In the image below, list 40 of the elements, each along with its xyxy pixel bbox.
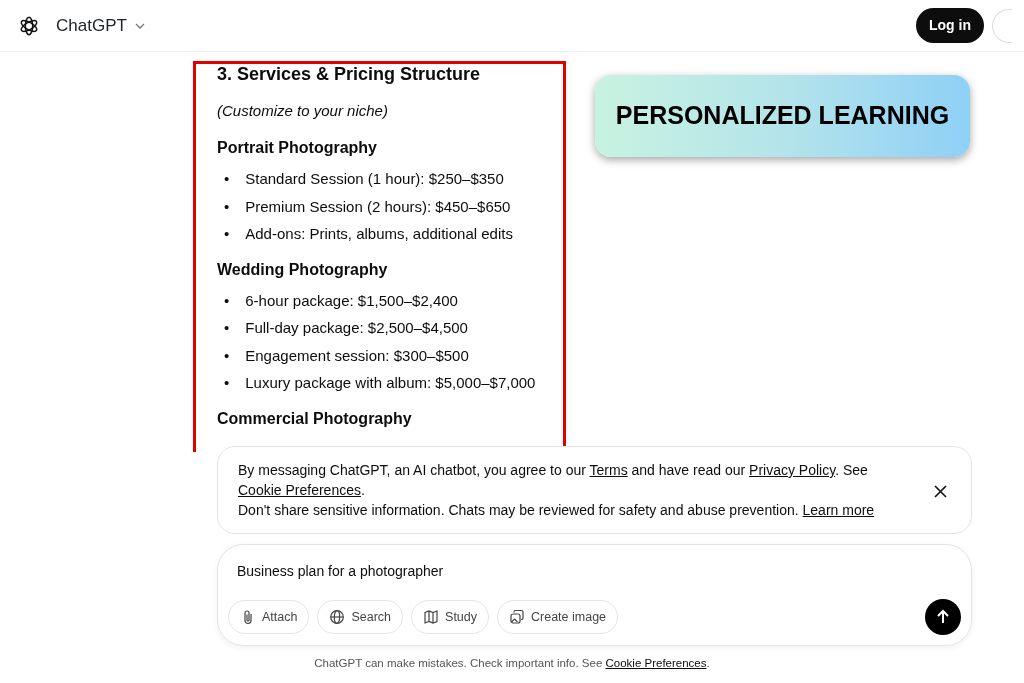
note-text: (Customize to your niche) bbox=[217, 100, 389, 121]
bullet: • bbox=[224, 318, 230, 339]
bullet: • bbox=[224, 224, 230, 245]
bullet: • bbox=[224, 345, 230, 366]
link[interactable]: Learn more bbox=[802, 502, 875, 518]
list-item: Luxury package with album: $5,000–$7,000 bbox=[245, 373, 536, 394]
send-button[interactable] bbox=[925, 599, 961, 635]
overlay-banner: PERSONALIZED LEARNING bbox=[595, 75, 970, 157]
disclaimer-text: ChatGPT can make mistakes. Check important info. See Cookie Preferences. bbox=[313, 656, 711, 671]
tool-button[interactable]: Attach bbox=[228, 599, 310, 635]
subsection-heading: Commercial Photography bbox=[217, 408, 413, 429]
tool-button[interactable]: Search bbox=[317, 599, 404, 635]
list-item: Standard Session (1 hour): $250–$350 bbox=[245, 169, 504, 190]
notice-text: Don't share sensitive information. Chats may be reviewed for safety and abuse prevention. Learn more bbox=[238, 501, 876, 520]
list-item: Premium Session (2 hours): $450–$650 bbox=[245, 196, 511, 217]
list-item: Full-day package: $2,500–$4,500 bbox=[245, 318, 468, 339]
globe-icon bbox=[329, 609, 346, 625]
link[interactable]: Terms bbox=[589, 462, 628, 478]
link[interactable]: Cookie Preferences bbox=[605, 657, 707, 669]
close-icon bbox=[934, 484, 947, 498]
bullet: • bbox=[224, 169, 230, 190]
subsection-heading: Wedding Photography bbox=[217, 259, 389, 279]
bullet: • bbox=[224, 290, 230, 311]
list-item: 6-hour package: $1,500–$2,400 bbox=[245, 290, 458, 311]
model-selector[interactable]: ChatGPT bbox=[56, 12, 145, 39]
bullet: • bbox=[224, 373, 230, 394]
list-item: Add-ons: Prints, albums, additional edits bbox=[245, 224, 513, 245]
list-item: Engagement session: $300–$500 bbox=[245, 345, 469, 366]
section-heading: 3. Services & Pricing Structure bbox=[217, 64, 482, 86]
arrow-up-icon bbox=[935, 609, 951, 625]
link[interactable]: Cookie Preferences bbox=[238, 482, 361, 498]
tool-button[interactable]: Create image bbox=[497, 599, 619, 635]
bullet: • bbox=[224, 196, 230, 217]
images-icon bbox=[509, 609, 525, 625]
notice-text: By messaging ChatGPT, an AI chatbot, you agree to our Terms and have read our Privacy Policy. See Cookie Preferences. bbox=[238, 461, 869, 500]
chevron-down-icon bbox=[134, 22, 145, 29]
login-button[interactable]: Log in bbox=[916, 8, 984, 43]
subsection-heading: Portrait Photography bbox=[217, 138, 378, 158]
logo-icon[interactable] bbox=[18, 14, 40, 37]
tool-button[interactable]: Study bbox=[411, 599, 489, 635]
